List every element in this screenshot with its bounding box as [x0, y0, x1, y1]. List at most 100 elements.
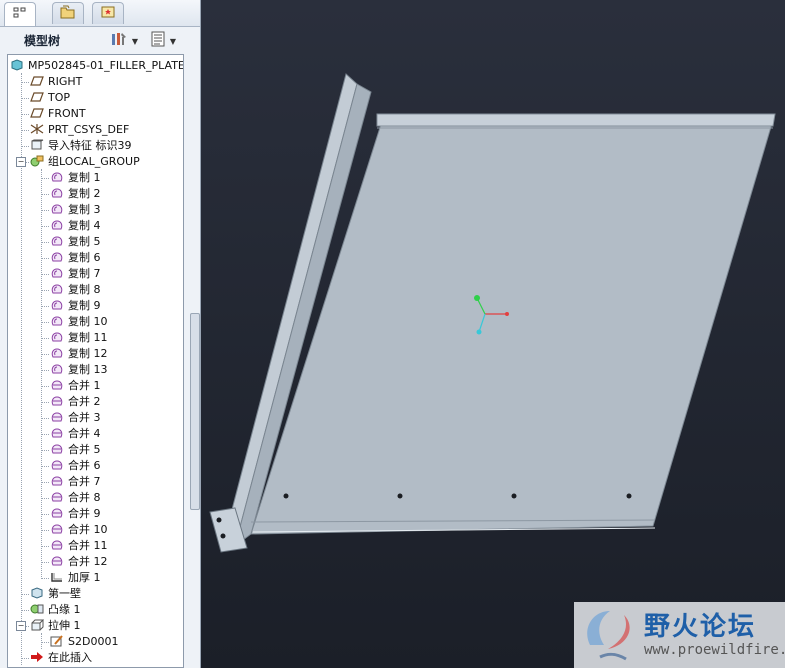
- tree-item[interactable]: 合并 7: [50, 474, 101, 490]
- tree-item-label: 合并 7: [68, 475, 101, 488]
- tree-item-label: 复制 10: [68, 315, 108, 328]
- tree-item[interactable]: 复制 5: [50, 234, 101, 250]
- merge-icon: [50, 507, 64, 519]
- tree-item[interactable]: 拉伸 1: [30, 618, 81, 634]
- tree-item[interactable]: S2D0001: [50, 634, 118, 650]
- copy-icon: [50, 235, 64, 247]
- tree-item[interactable]: 合并 12: [50, 554, 108, 570]
- tree-item-label: S2D0001: [68, 635, 119, 648]
- tree-item[interactable]: RIGHT: [30, 74, 82, 90]
- tree-item-label: 复制 3: [68, 203, 101, 216]
- favorites-tab[interactable]: [92, 2, 124, 24]
- tree-branch-line: [41, 242, 49, 243]
- thicken-icon: [50, 571, 64, 583]
- tree-item-label: 拉伸 1: [48, 619, 81, 632]
- model-3d-view: [209, 73, 776, 553]
- tree-branch-line: [41, 418, 49, 419]
- model-tree-tab[interactable]: [4, 2, 36, 26]
- tree-item[interactable]: 第一壁: [30, 586, 81, 602]
- tree-item-label: 在此插入: [48, 651, 92, 664]
- tree-item-label: 复制 8: [68, 283, 101, 296]
- tree-item[interactable]: 合并 11: [50, 538, 108, 554]
- tree-item[interactable]: 合并 1: [50, 378, 101, 394]
- tree-item[interactable]: FRONT: [30, 106, 86, 122]
- tree-item[interactable]: 复制 4: [50, 218, 101, 234]
- graphics-viewport[interactable]: [201, 0, 785, 668]
- tree-item-label: 合并 9: [68, 507, 101, 520]
- tree-item-label: RIGHT: [48, 75, 83, 88]
- mounting-hole: [511, 493, 517, 499]
- tree-item[interactable]: PRT_CSYS_DEF: [30, 122, 129, 138]
- tree-branch-line: [41, 402, 49, 403]
- tree-item[interactable]: 复制 8: [50, 282, 101, 298]
- folder-browser-tab[interactable]: [52, 2, 84, 24]
- tree-item-label: 合并 1: [68, 379, 101, 392]
- tools-icon: [110, 33, 132, 47]
- tree-item[interactable]: 合并 2: [50, 394, 101, 410]
- tree-item[interactable]: 复制 6: [50, 250, 101, 266]
- tree-branch-line: [41, 434, 49, 435]
- import-feature-icon: [30, 139, 44, 151]
- tree-item[interactable]: 合并 5: [50, 442, 101, 458]
- sketch-icon: [50, 635, 64, 647]
- copy-icon: [50, 363, 64, 375]
- settings-dropdown-button[interactable]: ▼: [110, 30, 138, 50]
- copy-icon: [50, 251, 64, 263]
- model-tree-panel: 模型树 ▼ ▼ MP502845-01_FILLER_PLATE_ RIGHT T…: [0, 0, 201, 668]
- mounting-hole: [220, 533, 226, 539]
- show-dropdown-button[interactable]: ▼: [150, 30, 176, 50]
- panel-splitter[interactable]: [190, 313, 200, 510]
- tree-branch-line: [41, 642, 49, 643]
- tree-item-label: 合并 5: [68, 443, 101, 456]
- navigator-tabs: [0, 0, 200, 27]
- top-flange: [376, 113, 776, 127]
- tree-item-label: 复制 4: [68, 219, 101, 232]
- tree-branch-line: [41, 578, 49, 579]
- model-tree-icon: [13, 6, 27, 20]
- tree-item[interactable]: 复制 3: [50, 202, 101, 218]
- collapse-toggle[interactable]: −: [16, 621, 26, 631]
- mounting-hole: [397, 493, 403, 499]
- tree-item[interactable]: 复制 2: [50, 186, 101, 202]
- tree-item-label: TOP: [48, 91, 71, 104]
- tree-item[interactable]: 复制 7: [50, 266, 101, 282]
- tree-item[interactable]: 合并 4: [50, 426, 101, 442]
- group-icon: [30, 155, 44, 167]
- tree-item[interactable]: 导入特征 标识39: [30, 138, 132, 154]
- tree-item[interactable]: 复制 12: [50, 346, 108, 362]
- tree-item[interactable]: 复制 1: [50, 170, 101, 186]
- tree-item-label: 加厚 1: [68, 571, 101, 584]
- tree-item[interactable]: 复制 11: [50, 330, 108, 346]
- tree-item[interactable]: 复制 13: [50, 362, 108, 378]
- merge-icon: [50, 475, 64, 487]
- tree-item[interactable]: 组LOCAL_GROUP: [30, 154, 140, 170]
- collapse-toggle[interactable]: −: [16, 157, 26, 167]
- tree-item[interactable]: 复制 9: [50, 298, 101, 314]
- tree-item[interactable]: 凸缘 1: [30, 602, 81, 618]
- tree-item[interactable]: 合并 8: [50, 490, 101, 506]
- tree-item[interactable]: TOP: [30, 90, 70, 106]
- tree-branch-line: [21, 114, 29, 115]
- tree-branch-line: [41, 514, 49, 515]
- copy-icon: [50, 171, 64, 183]
- tree-item[interactable]: 加厚 1: [50, 570, 101, 586]
- tree-branch-line: [41, 482, 49, 483]
- tree-item[interactable]: 复制 10: [50, 314, 108, 330]
- model-tree-title: 模型树: [24, 34, 61, 48]
- tree-item-label: 复制 6: [68, 251, 101, 264]
- tree-item[interactable]: 在此插入: [30, 650, 92, 666]
- tree-item[interactable]: 合并 3: [50, 410, 101, 426]
- datum-plane-icon: [30, 75, 44, 87]
- tree-branch-line: [21, 610, 29, 611]
- tree-item[interactable]: 合并 9: [50, 506, 101, 522]
- tree-root[interactable]: MP502845-01_FILLER_PLATE_: [10, 58, 183, 74]
- tree-branch-line: [41, 546, 49, 547]
- tree-item[interactable]: 合并 10: [50, 522, 108, 538]
- folder-icon: [60, 5, 76, 20]
- csys-icon: [30, 123, 44, 135]
- mounting-hole: [216, 517, 222, 523]
- tree-item[interactable]: 合并 6: [50, 458, 101, 474]
- merge-icon: [50, 411, 64, 423]
- tree-branch-line: [41, 530, 49, 531]
- tree-item-label: 合并 12: [68, 555, 108, 568]
